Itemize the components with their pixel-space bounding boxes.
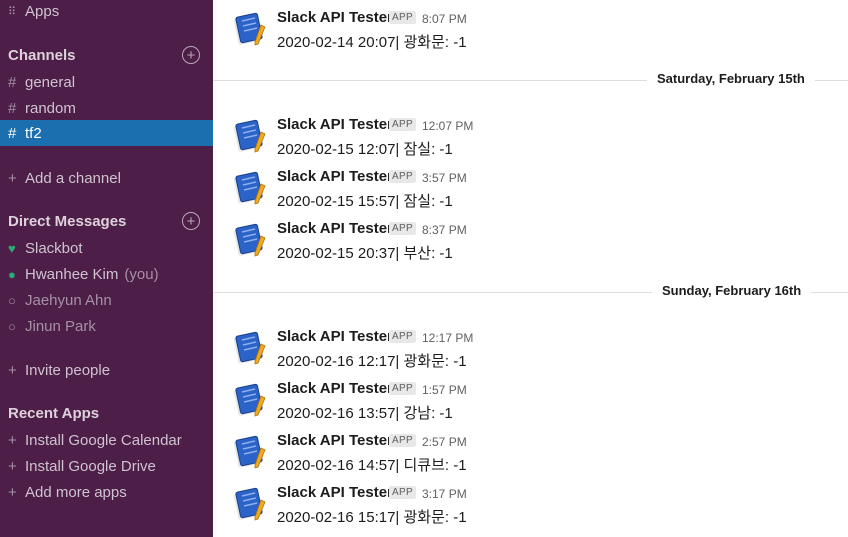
date-divider-label[interactable]: Saturday, February 15th [647, 71, 815, 86]
app-badge: APP [389, 118, 416, 131]
plus-icon: + [8, 169, 17, 187]
message-timestamp[interactable]: 2:57 PM [422, 435, 467, 449]
message-item[interactable]: Slack API Tester APP 12:17 PM 2020-02-16… [213, 328, 848, 380]
recent-app-label: Install Google Drive [25, 457, 156, 475]
message-sender[interactable]: Slack API Tester [277, 328, 393, 345]
apps-grid-icon: ⠿ [8, 5, 16, 18]
message-text: 2020-02-15 12:07| 잠실: -1 [277, 141, 453, 158]
message-timestamp[interactable]: 3:17 PM [422, 487, 467, 501]
message-text: 2020-02-16 13:57| 강남: -1 [277, 405, 453, 422]
app-avatar-icon[interactable] [233, 11, 269, 47]
add-more-apps-button[interactable]: + Add more apps [0, 479, 213, 505]
sidebar-item-general[interactable]: # general [0, 69, 213, 95]
install-google-calendar-button[interactable]: + Install Google Calendar [0, 427, 213, 453]
message-item[interactable]: Slack API Tester APP 1:57 PM 2020-02-16 … [213, 380, 848, 432]
message-item[interactable]: Slack API Tester APP 8:07 PM 2020-02-14 … [213, 9, 848, 61]
app-avatar-icon[interactable] [233, 434, 269, 470]
message-sender[interactable]: Slack API Tester [277, 432, 393, 449]
message-pane: Slack API Tester APP 8:07 PM 2020-02-14 … [213, 0, 848, 537]
sidebar-item-tf2[interactable]: # tf2 [0, 120, 213, 146]
channels-header[interactable]: Channels [8, 47, 76, 64]
sidebar-apps-label: Apps [25, 2, 60, 20]
message-timestamp[interactable]: 1:57 PM [422, 383, 467, 397]
heart-icon: ♥ [8, 240, 16, 256]
dm-item-hwanhee-kim[interactable]: ● Hwanhee Kim (you) [0, 261, 213, 287]
message-text: 2020-02-15 20:37| 부산: -1 [277, 245, 453, 262]
invite-people-button[interactable]: + Invite people [0, 357, 213, 383]
channel-label: random [25, 99, 76, 117]
recent-apps-header: Recent Apps [8, 405, 100, 422]
message-text: 2020-02-16 14:57| 디큐브: -1 [277, 457, 467, 474]
app-avatar-icon[interactable] [233, 382, 269, 418]
recent-app-label: Install Google Calendar [25, 431, 182, 449]
message-text: 2020-02-15 15:57| 잠실: -1 [277, 193, 453, 210]
dm-item-jaehyun-ahn[interactable]: ○ Jaehyun Ahn [0, 287, 213, 313]
app-avatar-icon[interactable] [233, 330, 269, 366]
dm-you-suffix: (you) [124, 265, 159, 283]
message-sender[interactable]: Slack API Tester [277, 220, 393, 237]
invite-label: Invite people [25, 361, 111, 379]
message-item[interactable]: Slack API Tester APP 12:07 PM 2020-02-15… [213, 116, 848, 168]
add-channel-label: Add a channel [25, 169, 121, 187]
app-avatar-icon[interactable] [233, 118, 269, 154]
message-sender[interactable]: Slack API Tester [277, 116, 393, 133]
date-divider: Saturday, February 15th [213, 70, 848, 90]
plus-icon: + [8, 457, 17, 475]
message-item[interactable]: Slack API Tester APP 2:57 PM 2020-02-16 … [213, 432, 848, 484]
plus-icon: + [8, 361, 17, 379]
app-badge: APP [389, 170, 416, 183]
presence-icon: ○ [8, 292, 16, 308]
dm-label: Slackbot [25, 239, 83, 257]
add-dm-icon[interactable]: + [182, 212, 200, 230]
message-sender[interactable]: Slack API Tester [277, 9, 393, 26]
message-timestamp[interactable]: 12:17 PM [422, 331, 473, 345]
recent-app-label: Add more apps [25, 483, 127, 501]
dm-header[interactable]: Direct Messages [8, 213, 126, 230]
channel-label: general [25, 73, 76, 91]
message-timestamp[interactable]: 3:57 PM [422, 171, 467, 185]
channel-label: tf2 [25, 124, 42, 142]
message-sender[interactable]: Slack API Tester [277, 168, 393, 185]
hash-icon: # [8, 99, 17, 117]
app-badge: APP [389, 382, 416, 395]
app-badge: APP [389, 222, 416, 235]
app-badge: APP [389, 11, 416, 24]
hash-icon: # [8, 124, 17, 142]
hash-icon: # [8, 73, 17, 91]
message-timestamp[interactable]: 8:37 PM [422, 223, 467, 237]
install-google-drive-button[interactable]: + Install Google Drive [0, 453, 213, 479]
message-item[interactable]: Slack API Tester APP 8:37 PM 2020-02-15 … [213, 220, 848, 272]
message-text: 2020-02-14 20:07| 광화문: -1 [277, 34, 467, 51]
message-text: 2020-02-16 12:17| 광화문: -1 [277, 353, 467, 370]
app-badge: APP [389, 434, 416, 447]
message-text: 2020-02-16 15:17| 광화문: -1 [277, 509, 467, 526]
plus-icon: + [8, 483, 17, 501]
sidebar-item-random[interactable]: # random [0, 95, 213, 121]
sidebar: ⠿ Apps Channels + # general # random # t… [0, 0, 213, 537]
dm-label: Hwanhee Kim [25, 265, 119, 283]
dm-item-jinun-park[interactable]: ○ Jinun Park [0, 313, 213, 339]
presence-icon: ● [8, 266, 16, 282]
date-divider: Sunday, February 16th [213, 282, 848, 302]
app-badge: APP [389, 486, 416, 499]
app-avatar-icon[interactable] [233, 486, 269, 522]
message-sender[interactable]: Slack API Tester [277, 484, 393, 501]
dm-label: Jaehyun Ahn [25, 291, 112, 309]
date-divider-label[interactable]: Sunday, February 16th [652, 283, 812, 298]
message-item[interactable]: Slack API Tester APP 3:17 PM 2020-02-16 … [213, 484, 848, 536]
dm-item-slackbot[interactable]: ♥ Slackbot [0, 235, 213, 261]
app-badge: APP [389, 330, 416, 343]
message-timestamp[interactable]: 12:07 PM [422, 119, 473, 133]
dm-label: Jinun Park [25, 317, 96, 335]
add-channel-button[interactable]: + Add a channel [0, 165, 213, 191]
plus-icon: + [8, 431, 17, 449]
presence-icon: ○ [8, 318, 16, 334]
sidebar-apps[interactable]: ⠿ Apps [0, 0, 213, 22]
message-timestamp[interactable]: 8:07 PM [422, 12, 467, 26]
app-avatar-icon[interactable] [233, 170, 269, 206]
message-item[interactable]: Slack API Tester APP 3:57 PM 2020-02-15 … [213, 168, 848, 220]
add-channel-icon[interactable]: + [182, 46, 200, 64]
message-sender[interactable]: Slack API Tester [277, 380, 393, 397]
app-avatar-icon[interactable] [233, 222, 269, 258]
